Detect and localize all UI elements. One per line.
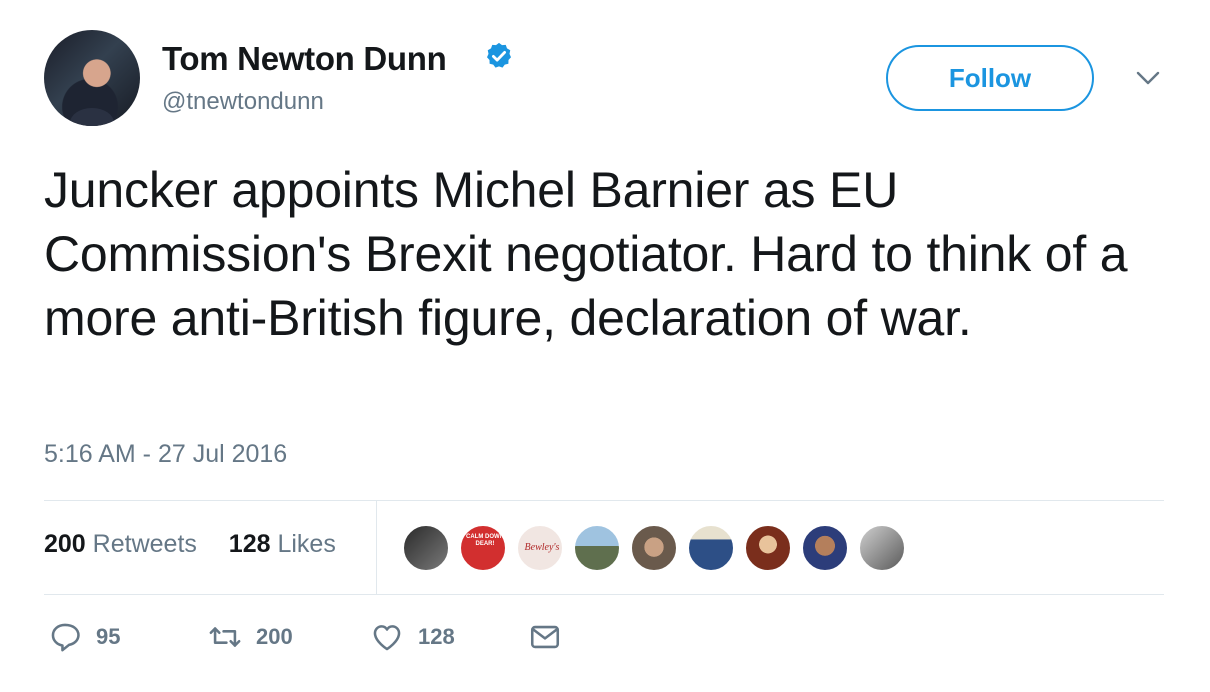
liker-avatar-7[interactable] xyxy=(744,524,792,572)
liker-avatar-5[interactable] xyxy=(630,524,678,572)
liker-avatar-9[interactable] xyxy=(858,524,906,572)
reply-icon xyxy=(51,623,80,652)
envelope-icon xyxy=(530,625,560,649)
retweet-icon xyxy=(209,627,241,647)
verified-badge-icon xyxy=(487,42,511,68)
retweets-stat[interactable]: 200 Retweets xyxy=(44,530,197,558)
follow-button[interactable]: Follow xyxy=(886,45,1094,111)
likes-stat[interactable]: 128 Likes xyxy=(229,530,336,558)
liker-avatar-4[interactable] xyxy=(573,524,621,572)
tweet-timestamp[interactable]: 5:16 AM - 27 Jul 2016 xyxy=(44,440,287,469)
like-button[interactable]: 128 xyxy=(370,620,455,654)
reply-count: 95 xyxy=(96,624,121,649)
author-avatar[interactable] xyxy=(44,30,140,126)
stats-separator xyxy=(376,500,377,594)
divider-top xyxy=(44,500,1164,501)
reply-button[interactable]: 95 xyxy=(48,620,120,654)
liker-avatar-6[interactable] xyxy=(687,524,735,572)
divider-bottom xyxy=(44,594,1164,595)
chevron-down-icon[interactable] xyxy=(1134,68,1162,88)
liker-avatar-2[interactable]: CALM DOWN DEAR! xyxy=(459,524,507,572)
retweet-count: 200 xyxy=(256,624,293,649)
message-button[interactable] xyxy=(528,620,562,654)
liker-avatar-3[interactable]: Bewley's xyxy=(516,524,564,572)
author-name[interactable]: Tom Newton Dunn xyxy=(162,40,447,78)
liker-avatar-8[interactable] xyxy=(801,524,849,572)
heart-icon xyxy=(373,625,401,651)
author-handle[interactable]: @tnewtondunn xyxy=(162,88,324,116)
like-count: 128 xyxy=(418,624,455,649)
engagement-stats: 200 Retweets 128 Likes xyxy=(44,530,336,559)
tweet-text: Juncker appoints Michel Barnier as EU Co… xyxy=(44,162,1128,346)
retweet-button[interactable]: 200 xyxy=(208,620,293,654)
liker-avatar-1[interactable] xyxy=(402,524,450,572)
